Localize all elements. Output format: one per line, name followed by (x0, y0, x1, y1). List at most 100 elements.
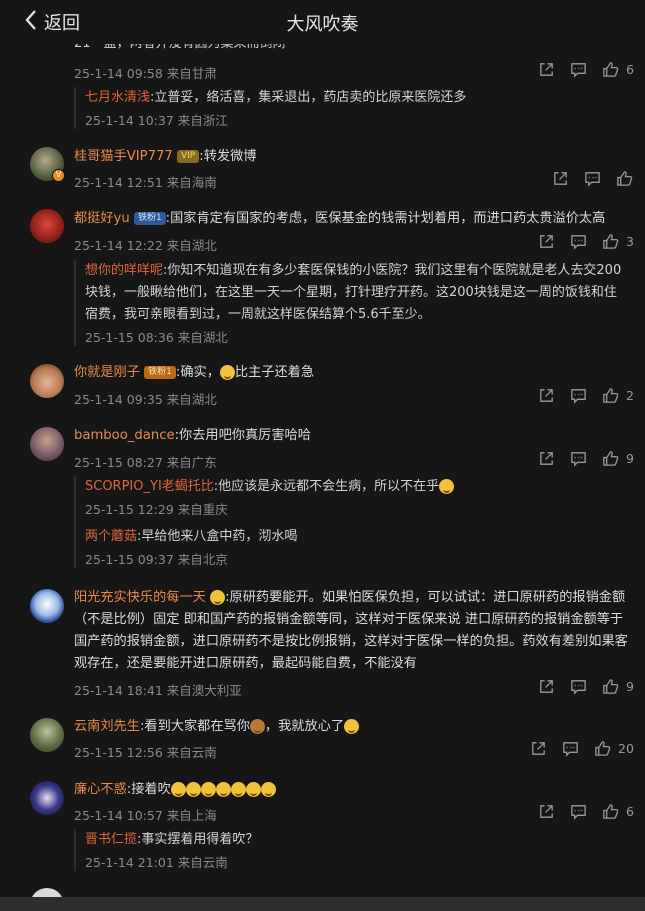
comment-text: :接着吹 (126, 782, 171, 797)
comment-meta: 25-1-15 08:27 来自广东 (74, 455, 217, 470)
comment-icon[interactable] (584, 170, 601, 187)
like-icon[interactable] (594, 740, 611, 757)
verified-badge-icon: V (52, 169, 65, 182)
comment-body: 桂哥猫手VIP777 VIP:转发微博 (74, 146, 614, 168)
avatar[interactable] (30, 781, 64, 815)
comment-username[interactable]: 桂哥猫手VIP777 (74, 149, 173, 164)
avatar[interactable] (30, 589, 64, 623)
comment-text: :转发微博 (199, 149, 257, 164)
avatar[interactable] (30, 427, 64, 461)
page-title: 大风吹奏 (286, 14, 359, 35)
emoji-icon (230, 781, 246, 797)
comment-body: 阳光充实快乐的每一天 :原研药要能开。如果怕医保负担，可以试试：进口原研药的报销… (74, 587, 630, 675)
reply-meta: 25-1-14 21:01 来自云南 (85, 855, 228, 870)
reply-thread: 晋书仁揽:事实摆着用得着吹？ 25-1-14 21:01 来自云南 (74, 829, 614, 871)
like-icon[interactable] (602, 803, 619, 820)
comment-username[interactable]: 都挺好yu (74, 211, 130, 226)
reply-text: :你知不知道现在有多少套医保钱的小医院？我们这里有个医院就是老人去交200块钱，… (85, 263, 622, 322)
like-icon[interactable] (602, 678, 619, 695)
comment-actions: 3 (538, 233, 634, 250)
share-icon[interactable] (538, 450, 555, 467)
comment-text: :你去用吧你真厉害哈哈 (174, 428, 311, 443)
comment-meta: 25-1-14 10:57 来自上海 (74, 808, 217, 823)
comment-actions: 6 (538, 61, 634, 78)
comment-actions: 9 (538, 450, 634, 467)
bottom-bar (0, 897, 645, 911)
share-icon[interactable] (538, 233, 555, 250)
comment-username[interactable]: 廉心不惑 (74, 782, 127, 797)
avatar[interactable] (30, 718, 64, 752)
reply-thread: 想你的咩咩呢:你知不知道现在有多少套医保钱的小医院？我们这里有个医院就是老人去交… (74, 260, 622, 346)
comment-actions: 6 (538, 803, 634, 820)
share-icon[interactable] (538, 803, 555, 820)
like-count: 9 (626, 679, 634, 694)
share-icon[interactable] (538, 387, 555, 404)
share-icon[interactable] (552, 170, 569, 187)
comment-username[interactable]: 阳光充实快乐的每一天 (74, 590, 206, 605)
like-count: 9 (626, 451, 634, 466)
reply: 晋书仁揽:事实摆着用得着吹？ (85, 829, 614, 851)
comment-actions (552, 170, 633, 187)
like-icon[interactable] (602, 450, 619, 467)
reply-meta: 25-1-14 10:37 来自浙江 (85, 113, 228, 128)
comment-text: :看到大家都在骂你 (139, 719, 250, 734)
comment-body: bamboo_dance:你去用吧你真厉害哈哈 (74, 425, 614, 447)
share-icon[interactable] (530, 740, 547, 757)
emoji-icon (219, 364, 235, 380)
reply-username[interactable]: SCORPIO_YI老蝎托比 (85, 479, 214, 494)
emoji-icon (170, 781, 186, 797)
vip-badge: VIP (177, 149, 200, 163)
comment-text: :国家肯定有国家的考虑，医保基金的钱需计划着用，而进口药太贵溢价太高 (165, 211, 606, 226)
emoji-icon (200, 781, 216, 797)
comment-username[interactable]: 你就是刚子 (74, 365, 140, 380)
comment-icon[interactable] (570, 233, 587, 250)
emoji-icon (439, 479, 455, 494)
reply: 两个蘑菇:早给他来八盒中药，沏水喝 (85, 526, 614, 548)
like-count: 3 (626, 234, 634, 249)
comment-text-end: 比主子还着急 (234, 365, 315, 380)
emoji-icon (245, 781, 261, 797)
reply-username[interactable]: 两个蘑菇 (85, 529, 137, 544)
reply-thread: 七月水清浅:立普妥，络活喜，集采退出，药店卖的比原来医院还多 25-1-14 1… (74, 87, 466, 129)
comment-meta: 25-1-14 12:51 来自海南 (74, 175, 217, 190)
emoji-icon (344, 718, 360, 734)
comment-actions: 9 (538, 678, 634, 695)
top-navigation-bar: 返回 大风吹奏 (0, 0, 645, 44)
comment-actions: 20 (530, 740, 634, 757)
like-icon[interactable] (602, 233, 619, 250)
like-icon[interactable] (602, 61, 619, 78)
emoji-icon (249, 718, 265, 734)
reply-text: :事实摆着用得着吹？ (137, 832, 259, 847)
comment-text-end: ，我就放心了 (264, 719, 345, 734)
comment-icon[interactable] (570, 450, 587, 467)
emoji-icon (185, 781, 201, 797)
comment-icon[interactable] (562, 740, 579, 757)
reply-meta: 25-1-15 12:29 来自重庆 (85, 502, 228, 517)
avatar[interactable] (30, 209, 64, 243)
reply-username[interactable]: 想你的咩咩呢 (85, 263, 163, 278)
comment-icon[interactable] (570, 678, 587, 695)
like-icon[interactable] (616, 170, 633, 187)
reply-username[interactable]: 七月水清浅 (85, 90, 150, 105)
reply-meta: 25-1-15 09:37 来自北京 (85, 552, 228, 567)
share-icon[interactable] (538, 61, 555, 78)
comment-icon[interactable] (570, 61, 587, 78)
like-icon[interactable] (602, 387, 619, 404)
reply-username[interactable]: 晋书仁揽 (85, 832, 137, 847)
fan-badge: 铁粉1 (133, 211, 166, 225)
comment-icon[interactable] (570, 387, 587, 404)
like-count: 6 (626, 62, 634, 77)
comment-meta: 25-1-14 09:58 来自甘肃 (74, 66, 217, 81)
reply-text: :他应该是永远都不会生病，所以不在乎 (213, 479, 440, 494)
comment-username[interactable]: bamboo_dance (74, 428, 175, 443)
comment-body: 都挺好yu 铁粉1:国家肯定有国家的考虑，医保基金的钱需计划着用，而进口药太贵溢… (74, 208, 634, 230)
reply-meta: 25-1-15 08:36 来自湖北 (85, 330, 228, 345)
comment-icon[interactable] (570, 803, 587, 820)
comment-body: 云南刘先生:看到大家都在骂你 ，我就放心了 (74, 716, 614, 738)
avatar[interactable] (30, 364, 64, 398)
reply-thread: SCORPIO_YI老蝎托比:他应该是永远都不会生病，所以不在乎 25-1-15… (74, 476, 614, 568)
reply-text: :立普妥，络活喜，集采退出，药店卖的比原来医院还多 (150, 90, 467, 105)
share-icon[interactable] (538, 678, 555, 695)
comment-username[interactable]: 云南刘先生 (74, 719, 140, 734)
like-count: 6 (626, 804, 634, 819)
